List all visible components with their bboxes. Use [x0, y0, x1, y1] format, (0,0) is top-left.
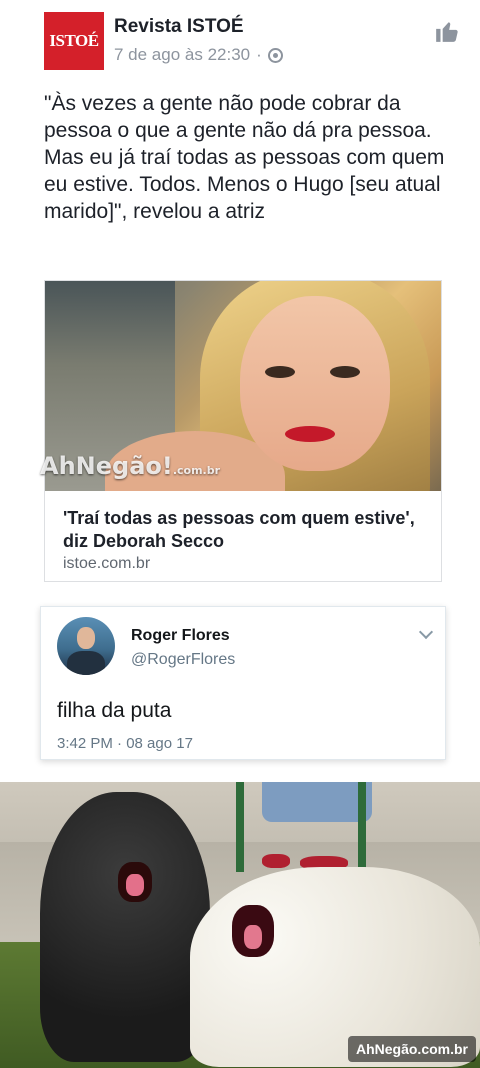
facebook-post: ISTOÉ Revista ISTOÉ 7 de ago às 22:30 · …	[0, 0, 480, 780]
dogs-photo: AhNegão.com.br	[0, 782, 480, 1068]
watermark-suffix: .com.br	[172, 464, 221, 477]
post-header: ISTOÉ Revista ISTOÉ 7 de ago às 22:30 ·	[44, 12, 460, 72]
globe-icon	[267, 47, 283, 63]
page-logo[interactable]: ISTOÉ	[44, 12, 104, 70]
tweet-timestamp[interactable]: 3:42 PM · 08 ago 17	[57, 735, 193, 752]
like-page-icon[interactable]	[434, 18, 460, 44]
photo-watermark: AhNegão.com.br	[347, 1036, 476, 1062]
tweet-author-handle[interactable]: @RogerFlores	[131, 651, 235, 669]
post-meta: 7 de ago às 22:30 ·	[114, 45, 283, 65]
page-name[interactable]: Revista ISTOÉ	[114, 16, 244, 38]
avatar[interactable]	[57, 617, 115, 675]
post-timestamp[interactable]: 7 de ago às 22:30	[114, 45, 250, 65]
link-domain: istoe.com.br	[63, 555, 151, 572]
site-watermark: AhNegão!.com.br	[40, 452, 220, 480]
chevron-down-icon[interactable]	[418, 624, 434, 640]
tweet-text: filha da puta	[57, 699, 172, 722]
black-poodle	[40, 792, 210, 1062]
post-text: "Às vezes a gente não pode cobrar da pes…	[44, 92, 445, 223]
tweet-author-name[interactable]: Roger Flores	[131, 627, 230, 645]
watermark-text: AhNegão!	[40, 452, 173, 480]
link-title[interactable]: 'Traí todas as pessoas com quem estive',…	[63, 507, 423, 553]
actress-face	[240, 296, 390, 471]
meta-separator: ·	[256, 45, 262, 64]
logo-text: ISTOÉ	[49, 31, 99, 50]
link-preview-card[interactable]: 'Traí todas as pessoas com quem estive',…	[44, 280, 442, 582]
embedded-tweet[interactable]: Roger Flores @RogerFlores filha da puta …	[40, 606, 446, 760]
